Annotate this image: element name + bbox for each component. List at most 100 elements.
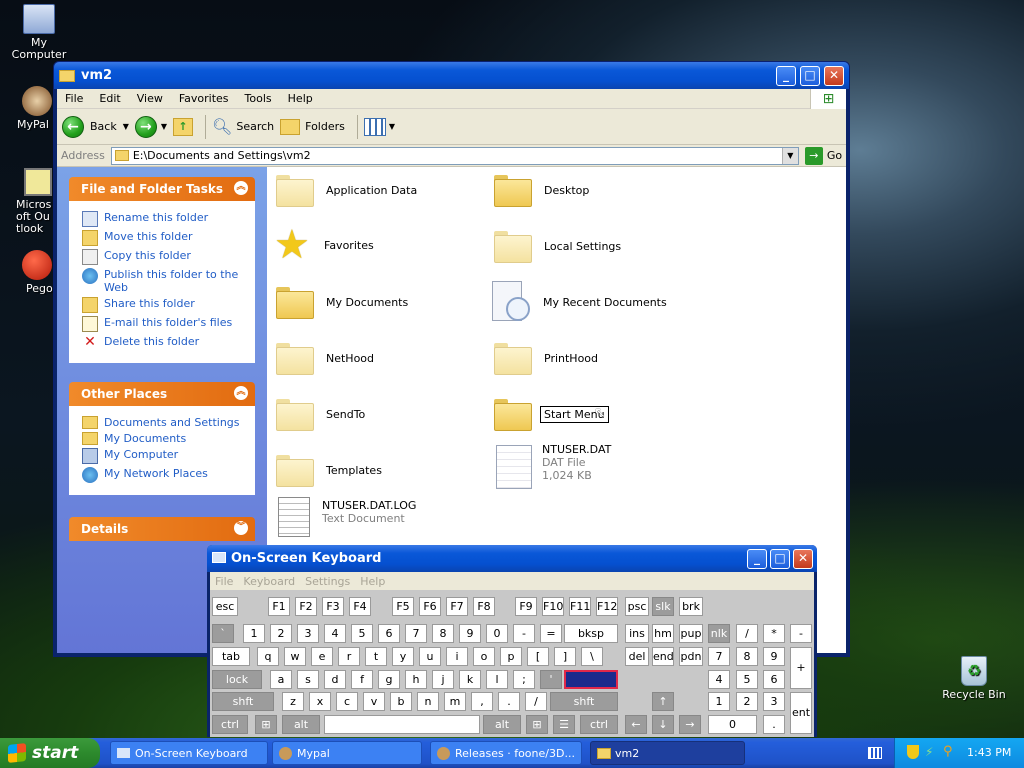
osk-menu-keyboard[interactable]: Keyboard [238, 575, 300, 588]
up-folder-button[interactable]: ↑ [173, 117, 194, 136]
forward-button[interactable]: → ▼ [134, 115, 167, 138]
key-char[interactable]: j [432, 670, 454, 689]
taskbar-item-osk[interactable]: On-Screen Keyboard [110, 741, 268, 765]
key-windows-logo-icon[interactable]: ⊞ [255, 715, 277, 734]
minimize-button[interactable]: _ [776, 66, 796, 86]
key-enter[interactable] [564, 670, 618, 689]
key-char[interactable]: p [500, 647, 522, 666]
menu-file[interactable]: File [57, 92, 91, 105]
key-space[interactable] [324, 715, 480, 734]
back-button[interactable]: ← Back ▼ [62, 115, 129, 138]
go-button[interactable]: → Go [804, 146, 842, 165]
place-my-computer[interactable]: My Computer [82, 448, 254, 464]
address-input[interactable]: E:\Documents and Settings\vm2 ▼ [110, 146, 799, 165]
key-tab[interactable]: tab [212, 647, 250, 666]
key-arrow[interactable]: ↓ [652, 715, 674, 734]
key-numpad-enter[interactable]: ent [790, 692, 812, 734]
taskbar-item-vm2[interactable]: vm2 [590, 741, 745, 765]
osk-minimize-button[interactable]: _ [747, 549, 767, 569]
task-delete-folder[interactable]: ✕ Delete this folder [82, 335, 254, 351]
key-char[interactable]: z [282, 692, 304, 711]
expand-icon[interactable]: ︾ [234, 521, 248, 535]
key-function[interactable]: F8 [473, 597, 495, 616]
key-arrow[interactable]: → [679, 715, 701, 734]
key-char[interactable]: 5 [351, 624, 373, 643]
key-backspace[interactable]: bksp [564, 624, 618, 643]
key-numpad[interactable]: 6 [763, 670, 785, 689]
key-char[interactable]: [ [527, 647, 549, 666]
panel-header[interactable]: Details ︾ [69, 517, 255, 541]
task-publish-web[interactable]: Publish this folder to the Web [82, 268, 254, 294]
task-copy-folder[interactable]: Copy this folder [82, 249, 254, 265]
key-char[interactable]: n [417, 692, 439, 711]
key-function[interactable]: F9 [515, 597, 537, 616]
key-char[interactable]: - [513, 624, 535, 643]
key-ctrl[interactable]: ctrl [212, 715, 248, 734]
key-char[interactable]: c [336, 692, 358, 711]
key-delete[interactable]: del [625, 647, 649, 666]
key-char[interactable]: y [392, 647, 414, 666]
key-char[interactable]: 0 [486, 624, 508, 643]
key-char[interactable]: a [270, 670, 292, 689]
key-char[interactable]: w [284, 647, 306, 666]
key-char[interactable]: / [525, 692, 547, 711]
on-screen-keyboard-window[interactable]: On-Screen Keyboard _ □ ✕ File Keyboard S… [207, 545, 817, 737]
key-char[interactable]: 1 [243, 624, 265, 643]
key-char[interactable]: k [459, 670, 481, 689]
key-char[interactable]: s [297, 670, 319, 689]
key-page-down[interactable]: pdn [679, 647, 703, 666]
maximize-button[interactable]: □ [800, 66, 820, 86]
key-char[interactable]: l [486, 670, 508, 689]
key-char[interactable]: b [390, 692, 412, 711]
key-char[interactable]: 4 [324, 624, 346, 643]
key-function[interactable]: F2 [295, 597, 317, 616]
desktop-icon-recycle-bin[interactable]: ♻ Recycle Bin [940, 656, 1008, 701]
key-char[interactable]: . [498, 692, 520, 711]
network-icon[interactable]: ⚡ [925, 745, 933, 759]
file-item[interactable]: My Documents [276, 287, 408, 319]
file-item[interactable]: My Recent Documents [490, 281, 667, 323]
key-function[interactable]: F6 [419, 597, 441, 616]
key-scroll-lock[interactable]: slk [652, 597, 674, 616]
close-button[interactable]: ✕ [824, 66, 844, 86]
osk-menu-settings[interactable]: Settings [300, 575, 355, 588]
start-button[interactable]: start [0, 738, 100, 768]
key-numpad[interactable]: . [763, 715, 785, 734]
language-bar-icon[interactable] [868, 747, 882, 759]
key-char[interactable]: e [311, 647, 333, 666]
key-char[interactable]: ` [212, 624, 234, 643]
folders-button[interactable]: Folders [280, 118, 345, 135]
key-shift[interactable]: shft [212, 692, 274, 711]
file-item[interactable]: Desktop [494, 175, 589, 207]
osk-menu-file[interactable]: File [210, 575, 238, 588]
task-rename-folder[interactable]: Rename this folder [82, 211, 254, 227]
key-break[interactable]: brk [679, 597, 703, 616]
place-my-documents[interactable]: My Documents [82, 432, 254, 445]
key-char[interactable]: ; [513, 670, 535, 689]
key-num-lock[interactable]: nlk [708, 624, 730, 643]
key-char[interactable]: o [473, 647, 495, 666]
key-char[interactable]: t [365, 647, 387, 666]
file-item[interactable]: NetHood [276, 343, 374, 375]
search-button[interactable]: 🔍︎ Search [212, 117, 274, 136]
key-numpad[interactable]: 9 [763, 647, 785, 666]
key-char[interactable]: h [405, 670, 427, 689]
key-char[interactable]: g [378, 670, 400, 689]
key-insert[interactable]: ins [625, 624, 649, 643]
file-item[interactable]: Local Settings [494, 231, 621, 263]
key-esc[interactable]: esc [212, 597, 238, 616]
key-arrow[interactable]: ← [625, 715, 647, 734]
key-char[interactable]: f [351, 670, 373, 689]
key-function[interactable]: F12 [596, 597, 618, 616]
key-windows-logo-icon[interactable]: ⊞ [526, 715, 548, 734]
key-function[interactable]: F3 [322, 597, 344, 616]
key-numpad-plus[interactable]: + [790, 647, 812, 689]
key-numpad-zero[interactable]: 0 [708, 715, 757, 734]
file-item[interactable]: ★ Favorites [274, 225, 374, 265]
key-function[interactable]: F5 [392, 597, 414, 616]
desktop-icon-pego[interactable]: Pego [20, 250, 54, 295]
key-char[interactable]: 2 [270, 624, 292, 643]
file-item[interactable]: Application Data [276, 175, 417, 207]
key-char[interactable]: = [540, 624, 562, 643]
key-char[interactable]: 9 [459, 624, 481, 643]
